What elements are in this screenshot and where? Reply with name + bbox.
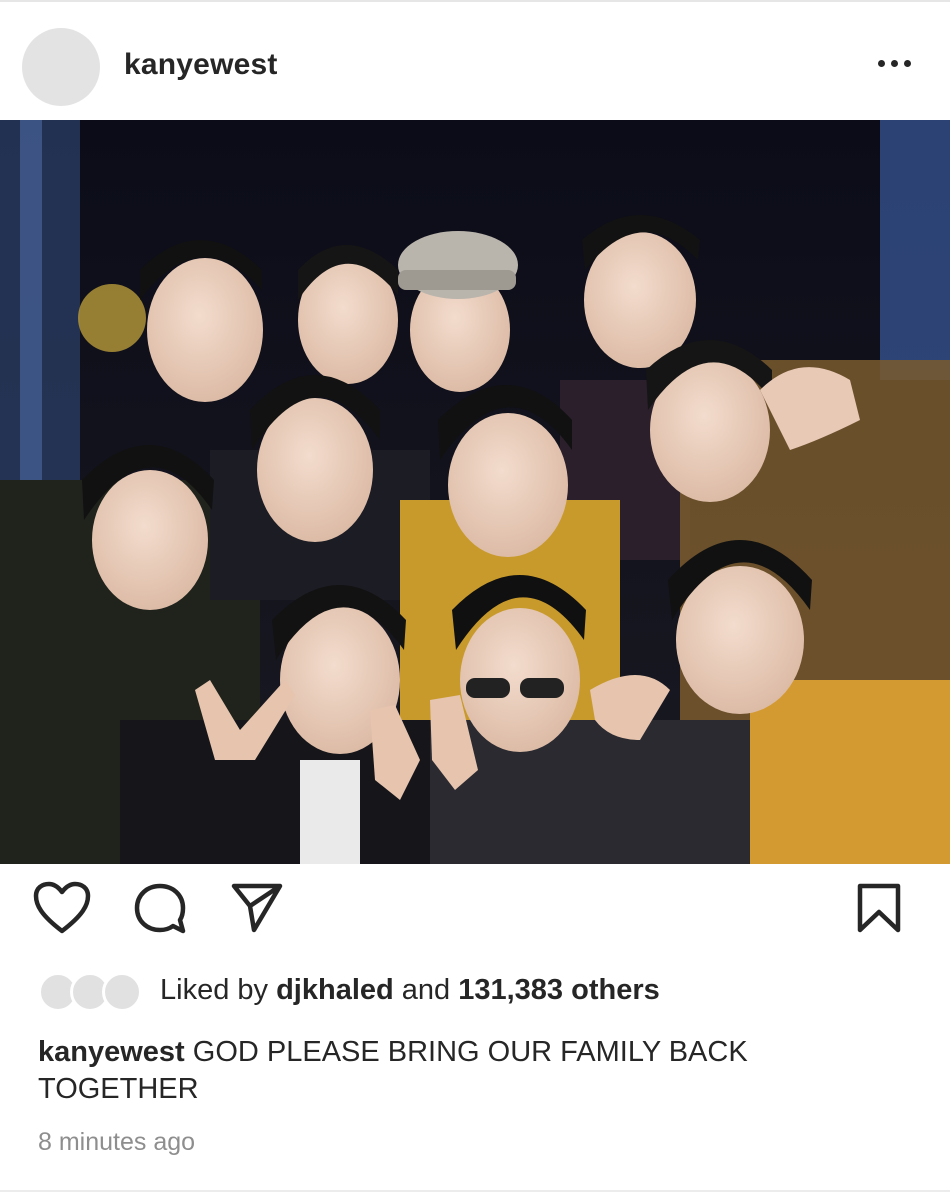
- bottom-divider: [0, 1190, 950, 1192]
- send-icon[interactable]: [230, 882, 284, 934]
- avatar[interactable]: [22, 28, 100, 106]
- likes-row: Liked by djkhaled and 131,383 others: [0, 962, 950, 1022]
- post-photo[interactable]: [0, 120, 950, 864]
- liked-by-user[interactable]: djkhaled: [276, 974, 394, 1006]
- comment-icon[interactable]: [133, 882, 187, 936]
- post-caption: kanyewest GOD PLEASE BRING OUR FAMILY BA…: [38, 1034, 898, 1108]
- more-horizontal-icon[interactable]: [872, 57, 916, 71]
- liked-by-middle: and: [393, 974, 459, 1006]
- post-username[interactable]: kanyewest: [124, 48, 278, 82]
- likes-count[interactable]: 131,383 others: [458, 974, 660, 1006]
- liked-by-prefix: Liked by: [160, 974, 277, 1006]
- liked-by-text[interactable]: Liked by djkhaled and 131,383 others: [160, 974, 660, 1007]
- post-timestamp[interactable]: 8 minutes ago: [38, 1128, 195, 1157]
- post-header: kanyewest: [0, 2, 950, 120]
- liker-avatar: [102, 972, 142, 1012]
- bookmark-icon[interactable]: [855, 882, 903, 934]
- action-bar: [0, 864, 950, 954]
- heart-icon[interactable]: [33, 881, 91, 935]
- caption-username[interactable]: kanyewest: [38, 1036, 185, 1068]
